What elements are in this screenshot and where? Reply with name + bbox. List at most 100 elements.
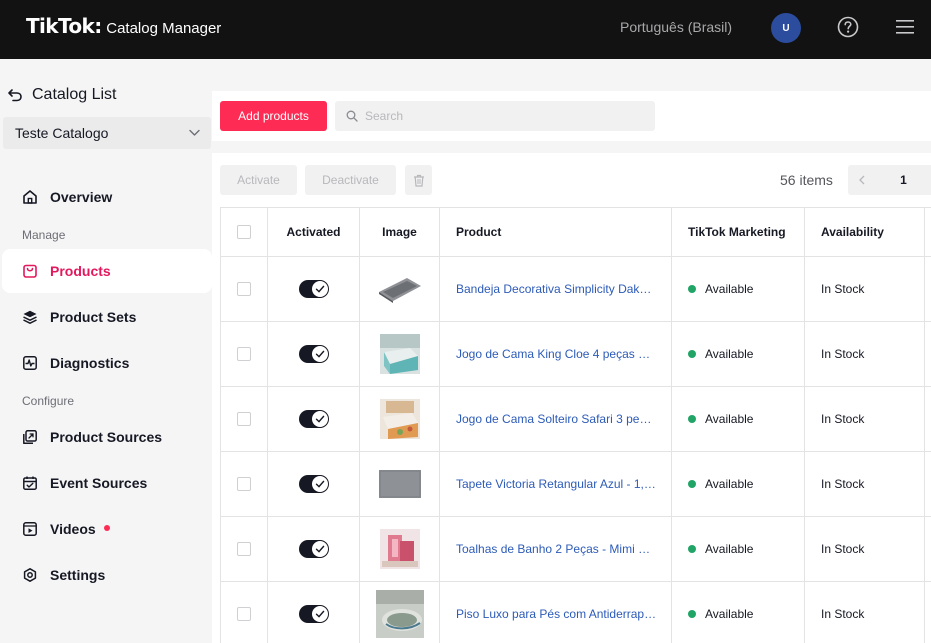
table-row[interactable]: Jogo de Cama King Cloe 4 peças Verde Ava… — [220, 321, 931, 387]
sidebar-item-label: Overview — [50, 189, 113, 205]
column-header-activated[interactable]: Activated — [267, 207, 360, 257]
products-panel: Activate Deactivate 56 items 1 Activated… — [212, 153, 931, 643]
product-link[interactable]: Tapete Victoria Retangular Azul - 1,00m — [439, 451, 672, 517]
activated-cell — [267, 451, 360, 517]
delete-button[interactable] — [405, 165, 432, 195]
activate-button[interactable]: Activate — [220, 165, 297, 195]
home-icon — [23, 190, 37, 204]
catalog-dropdown[interactable]: Teste Catalogo — [3, 117, 211, 149]
product-link[interactable]: Jogo de Cama Solteiro Safari 3 peças — [439, 386, 672, 452]
products-toolbar: Add products — [212, 91, 931, 141]
tiktok-logo[interactable]: TikTok: Catalog Manager — [26, 14, 221, 38]
row-checkbox[interactable] — [237, 477, 251, 492]
column-header-tiktok-marketing[interactable]: TikTok Marketing — [671, 207, 805, 257]
sidebar-item-event-sources[interactable]: Event Sources — [2, 461, 212, 505]
previous-page-button[interactable] — [848, 165, 876, 195]
status-dot — [688, 480, 696, 488]
activated-cell — [267, 321, 360, 387]
marketing-status: Available — [705, 477, 754, 491]
status-dot — [688, 350, 696, 358]
table-row[interactable]: Bandeja Decorativa Simplicity Dakota Cin… — [220, 256, 931, 322]
sidebar-item-product-sources[interactable]: Product Sources — [2, 415, 212, 459]
product-thumbnail[interactable] — [377, 274, 423, 304]
sidebar-item-label: Products — [50, 263, 111, 279]
overflow-cell — [924, 256, 931, 322]
sidebar-item-videos[interactable]: Videos — [2, 507, 212, 551]
availability-cell: In Stock — [804, 581, 925, 643]
status-dot — [688, 285, 696, 293]
deactivate-button[interactable]: Deactivate — [305, 165, 396, 195]
product-thumbnail[interactable] — [379, 529, 420, 569]
image-cell — [359, 321, 440, 387]
hamburger-menu-icon[interactable] — [896, 19, 914, 35]
sidebar-item-overview[interactable]: Overview — [2, 175, 212, 219]
row-checkbox[interactable] — [237, 347, 251, 362]
product-link[interactable]: Bandeja Decorativa Simplicity Dakota Cin… — [439, 256, 672, 322]
avatar[interactable]: U — [771, 13, 801, 43]
marketing-cell: Available — [671, 581, 805, 643]
activated-toggle[interactable] — [298, 280, 329, 298]
row-select-cell — [220, 451, 268, 517]
table-row[interactable]: Tapete Victoria Retangular Azul - 1,00m … — [220, 451, 931, 517]
column-header-product[interactable]: Product — [439, 207, 672, 257]
activated-toggle[interactable] — [298, 605, 329, 623]
marketing-status: Available — [705, 542, 754, 556]
marketing-status: Available — [705, 282, 754, 296]
marketing-status: Available — [705, 607, 754, 621]
activated-toggle[interactable] — [298, 345, 329, 363]
column-header-image: Image — [359, 207, 440, 257]
row-checkbox[interactable] — [237, 412, 251, 427]
catalog-selected-value: Teste Catalogo — [15, 125, 109, 141]
pulse-icon — [23, 356, 37, 370]
column-header-availability[interactable]: Availability — [804, 207, 925, 257]
image-cell — [359, 516, 440, 582]
table-row[interactable]: Jogo de Cama Solteiro Safari 3 peças Ava… — [220, 386, 931, 452]
search-icon — [346, 110, 358, 122]
search-input[interactable] — [365, 109, 625, 123]
calendar-icon — [23, 476, 37, 490]
row-select-cell — [220, 386, 268, 452]
current-page[interactable]: 1 — [876, 165, 931, 195]
table-row[interactable]: Toalhas de Banho 2 Peças - Mimi Rosa Ava… — [220, 516, 931, 582]
marketing-cell: Available — [671, 451, 805, 517]
row-checkbox[interactable] — [237, 542, 251, 557]
search-box[interactable] — [335, 101, 655, 131]
activated-cell — [267, 516, 360, 582]
column-header-overflow — [924, 207, 931, 257]
overflow-cell — [924, 516, 931, 582]
activated-toggle[interactable] — [298, 475, 329, 493]
sidebar-item-products[interactable]: Products — [2, 249, 212, 293]
image-cell — [359, 256, 440, 322]
product-thumbnail[interactable] — [375, 590, 424, 638]
overflow-cell — [924, 386, 931, 452]
sidebar-item-product-sets[interactable]: Product Sets — [2, 295, 212, 339]
language-selector[interactable]: Português (Brasil) — [620, 19, 732, 35]
row-checkbox[interactable] — [237, 607, 251, 622]
overflow-cell — [924, 451, 931, 517]
sidebar-item-label: Product Sources — [50, 429, 163, 445]
marketing-cell: Available — [671, 256, 805, 322]
checkmark-icon — [315, 350, 324, 358]
activated-toggle[interactable] — [298, 540, 329, 558]
select-all-checkbox[interactable] — [237, 225, 251, 240]
product-thumbnail[interactable] — [378, 470, 421, 498]
source-icon — [23, 430, 37, 444]
sidebar-item-settings[interactable]: Settings — [2, 553, 212, 597]
checkmark-icon — [315, 545, 324, 553]
activated-toggle[interactable] — [298, 410, 329, 428]
row-checkbox[interactable] — [237, 282, 251, 297]
back-to-catalog-list[interactable]: Catalog List — [7, 86, 117, 104]
help-icon[interactable] — [837, 16, 859, 38]
image-cell — [359, 581, 440, 643]
product-link[interactable]: Toalhas de Banho 2 Peças - Mimi Rosa — [439, 516, 672, 582]
table-row[interactable]: Piso Luxo para Pés com Antiderrapante Av… — [220, 581, 931, 643]
activated-cell — [267, 386, 360, 452]
sidebar-item-diagnostics[interactable]: Diagnostics — [2, 341, 212, 385]
product-link[interactable]: Piso Luxo para Pés com Antiderrapante — [439, 581, 672, 643]
product-thumbnail[interactable] — [379, 334, 420, 374]
product-link[interactable]: Jogo de Cama King Cloe 4 peças Verde — [439, 321, 672, 387]
marketing-cell: Available — [671, 321, 805, 387]
activated-cell — [267, 256, 360, 322]
add-products-button[interactable]: Add products — [220, 101, 327, 131]
product-thumbnail[interactable] — [379, 399, 420, 439]
